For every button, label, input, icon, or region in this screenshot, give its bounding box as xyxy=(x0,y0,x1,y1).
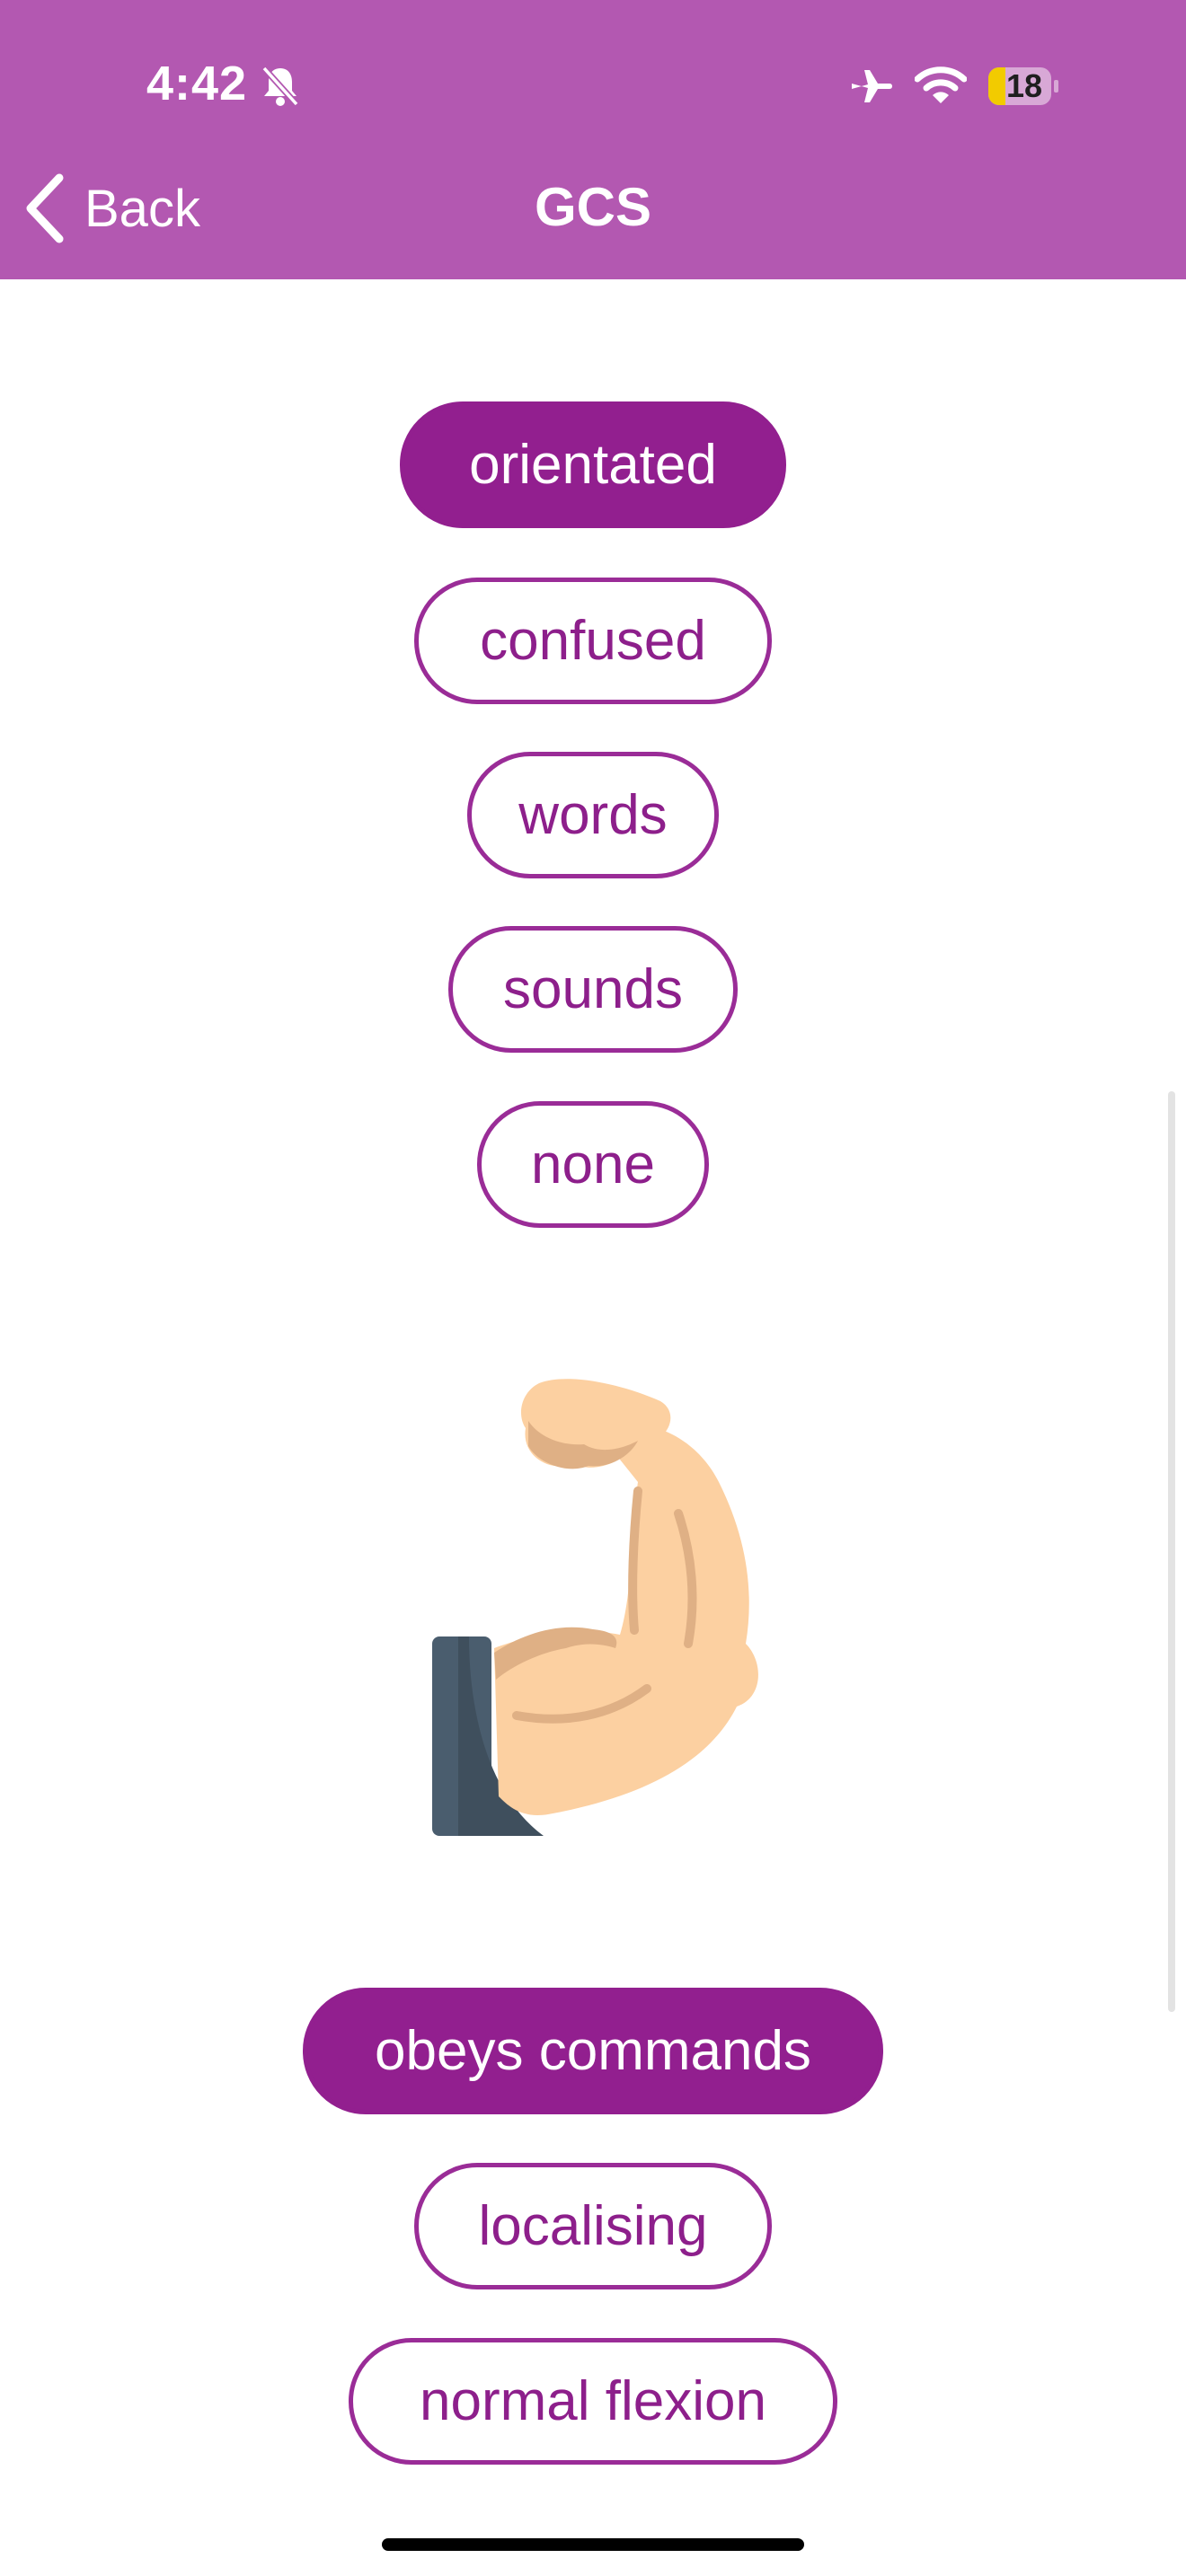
option-words[interactable]: words xyxy=(467,752,719,878)
wifi-icon xyxy=(915,66,967,103)
chevron-left-icon xyxy=(26,173,64,243)
scrollbar[interactable] xyxy=(1168,1091,1175,2012)
option-obeys-commands[interactable]: obeys commands xyxy=(303,1988,883,2114)
option-normal-flexion[interactable]: normal flexion xyxy=(349,2338,837,2465)
battery-level: 18 xyxy=(1005,67,1043,104)
page-title: GCS xyxy=(534,177,652,237)
back-button[interactable]: Back xyxy=(23,172,200,244)
option-confused[interactable]: confused xyxy=(414,578,772,704)
flexed-biceps-icon xyxy=(432,1379,758,1836)
option-none[interactable]: none xyxy=(477,1101,709,1228)
navigation-header: 4:42 18 Back GCS xyxy=(0,0,1186,279)
back-label: Back xyxy=(84,179,200,238)
home-indicator xyxy=(382,2538,804,2551)
bell-slash-icon xyxy=(261,66,299,107)
status-time: 4:42 xyxy=(146,57,248,110)
option-sounds[interactable]: sounds xyxy=(448,926,738,1053)
option-orientated[interactable]: orientated xyxy=(400,401,786,528)
airplane-mode-icon xyxy=(852,70,892,102)
option-localising[interactable]: localising xyxy=(414,2163,772,2289)
